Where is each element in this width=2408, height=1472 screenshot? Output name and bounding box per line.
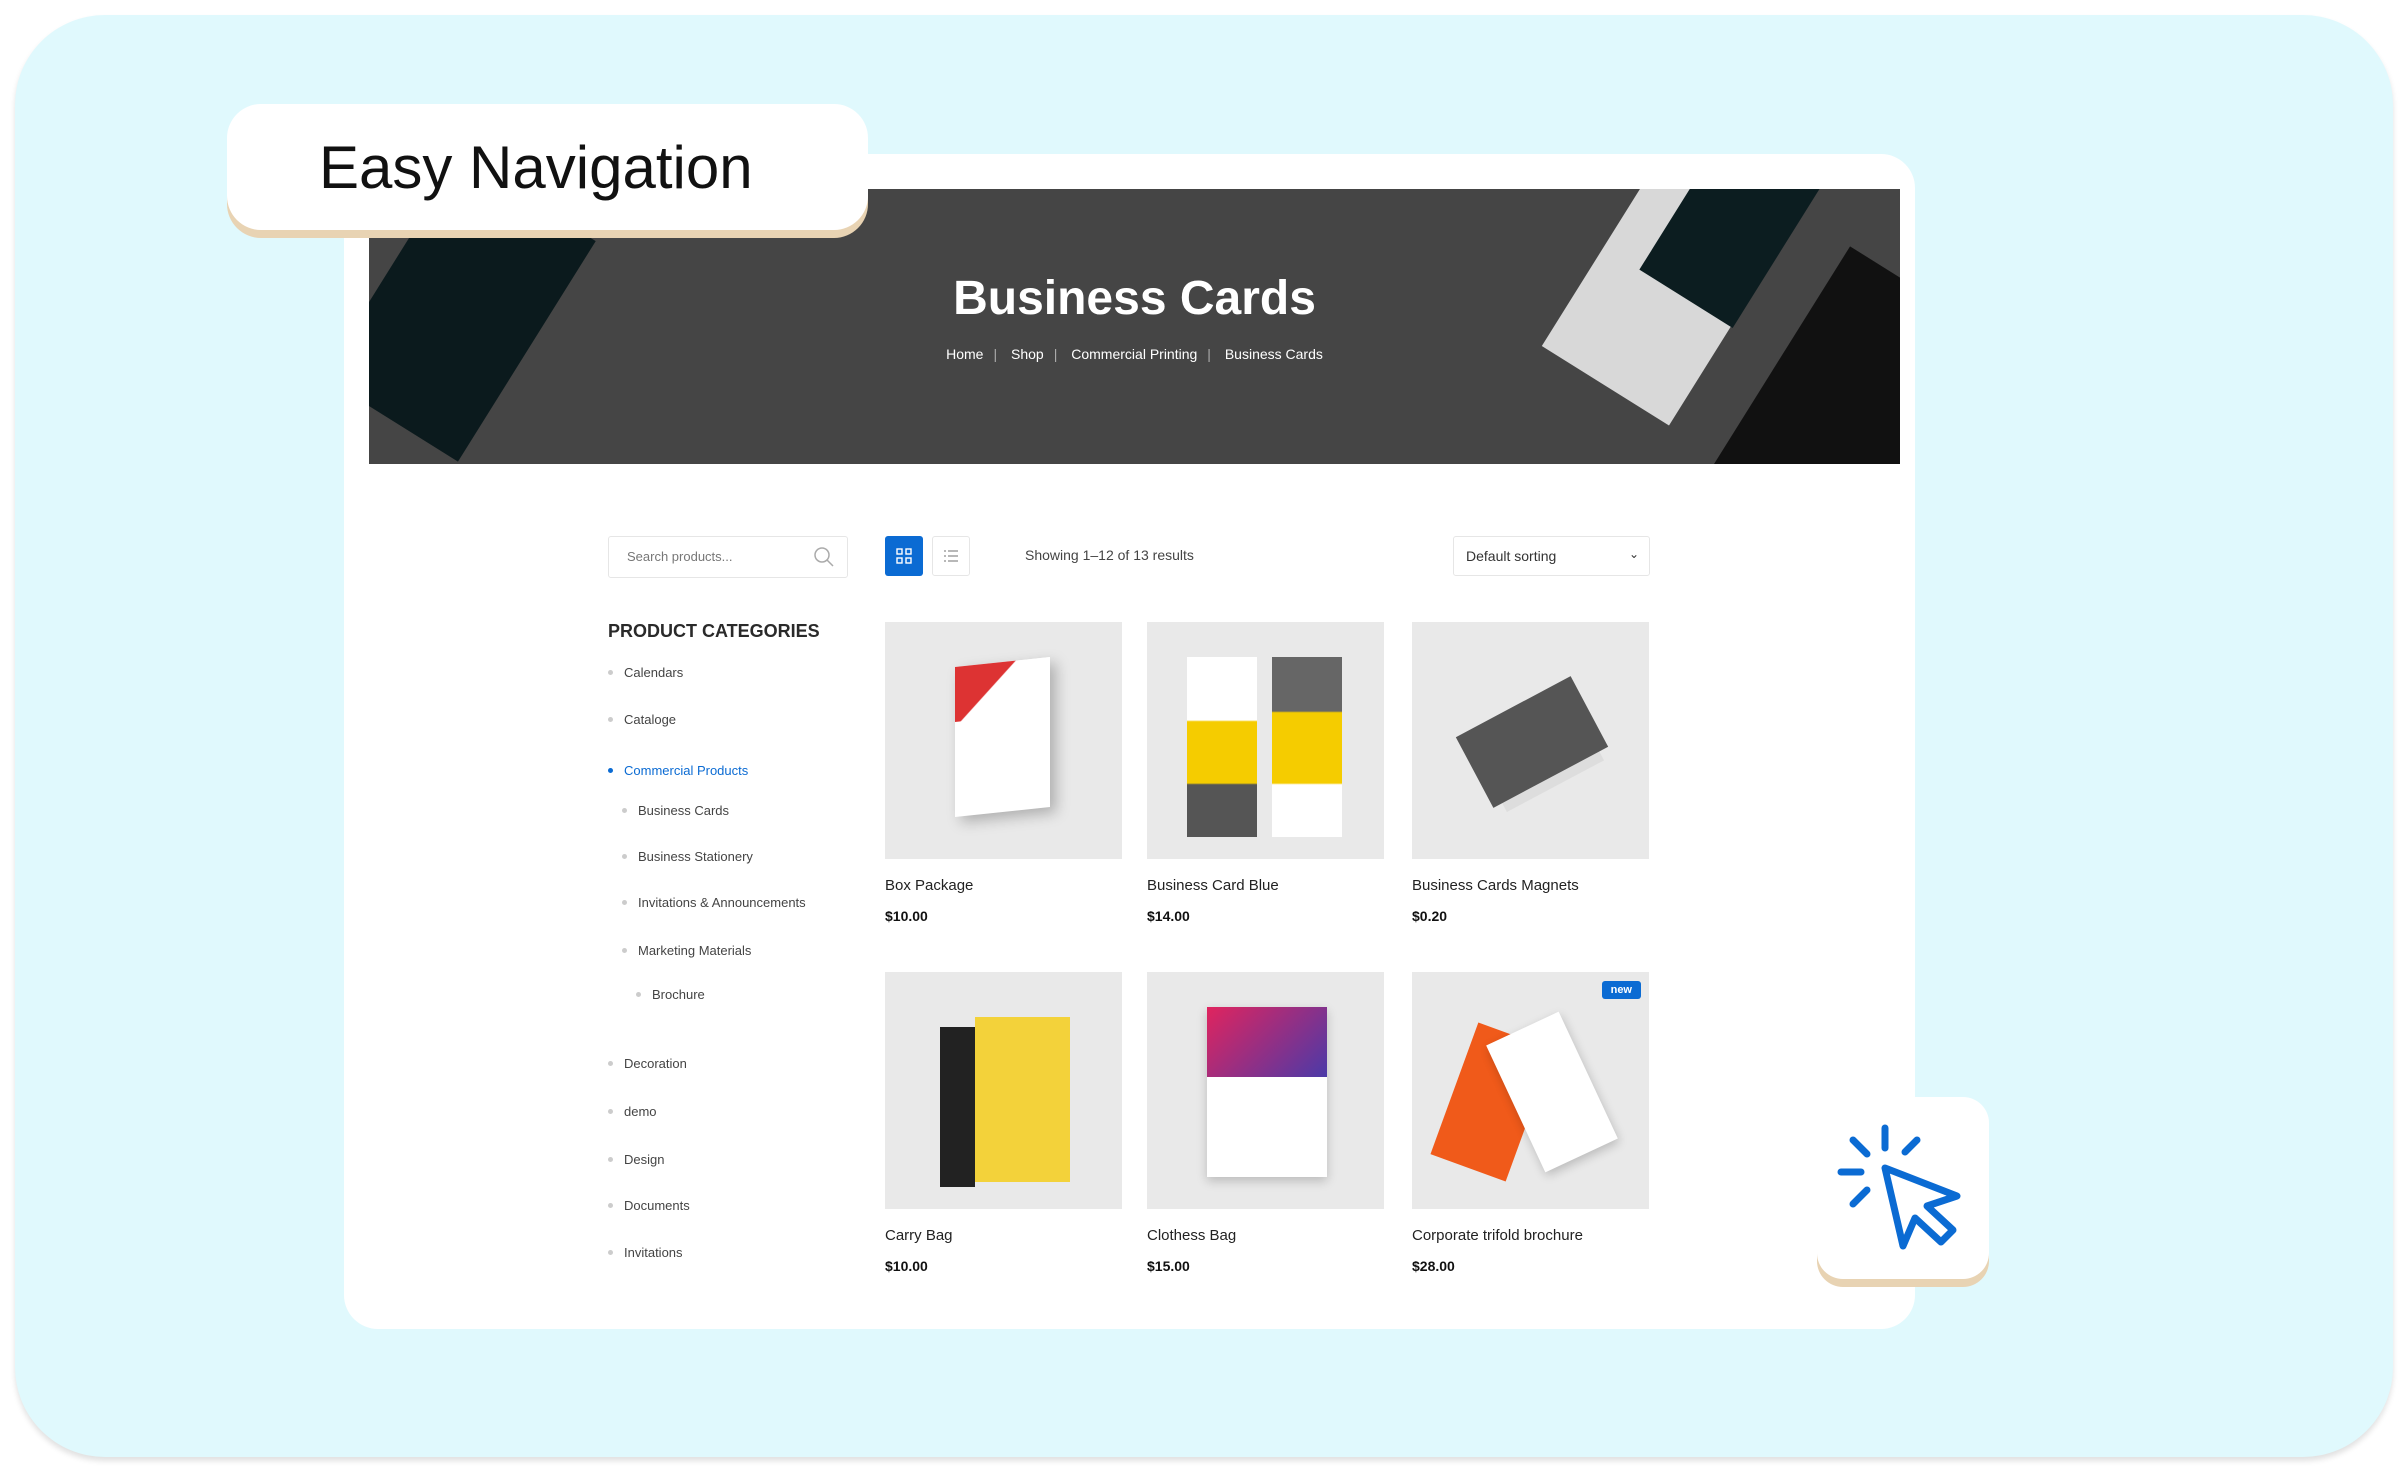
sidebar-category-item[interactable]: demo (608, 1104, 657, 1119)
breadcrumb-commercial-printing[interactable]: Commercial Printing (1071, 346, 1197, 362)
category-label: Business Cards (638, 803, 730, 818)
breadcrumb-current: Business Cards (1224, 346, 1323, 362)
category-label: demo (624, 1104, 657, 1119)
feature-label: Easy Navigation (227, 104, 868, 230)
new-badge: new (1601, 981, 1641, 999)
sidebar-category-item[interactable]: Design (608, 1152, 664, 1167)
bullet-icon (608, 768, 613, 773)
category-label: Cataloge (624, 712, 677, 727)
product-image[interactable]: new (1412, 972, 1649, 1209)
bullet-icon (608, 1157, 613, 1162)
category-label: Design (624, 1152, 665, 1167)
product-image[interactable] (885, 972, 1122, 1209)
product-image[interactable] (1412, 622, 1649, 859)
product-name[interactable]: Business Cards Magnets (1412, 877, 1649, 894)
chevron-down-icon: ⌄ (1628, 547, 1639, 561)
category-label: Decoration (624, 1056, 687, 1071)
sidebar-category-item[interactable]: Decoration (608, 1056, 687, 1071)
product-image[interactable] (1147, 972, 1384, 1209)
sidebar-category-item[interactable]: Brochure (636, 987, 705, 1002)
page-banner: Business Cards Home | Shop | Commercial Pr… (369, 189, 1900, 464)
product-name[interactable]: Clothess Bag (1147, 1227, 1384, 1244)
category-label: Calendars (624, 665, 684, 680)
bullet-icon (608, 1109, 613, 1114)
category-label: Commercial Products (624, 763, 749, 778)
bullet-icon (622, 854, 627, 859)
category-label: Brochure (652, 987, 705, 1002)
search-input[interactable]: Search products... (608, 536, 848, 578)
category-label: Business Stationery (638, 849, 753, 864)
list-icon (944, 550, 958, 562)
breadcrumb-shop[interactable]: Shop (1011, 346, 1044, 362)
product-card[interactable]: Clothess Bag $15.00 (1147, 972, 1384, 1274)
grid-view-button[interactable] (885, 536, 923, 576)
bullet-icon (608, 1250, 613, 1255)
product-card[interactable]: Box Package $10.00 (885, 622, 1122, 924)
search-placeholder: Search products... (627, 549, 733, 564)
bullet-icon (622, 948, 627, 953)
product-price: $15.00 (1147, 1258, 1190, 1274)
product-price: $10.00 (885, 908, 928, 924)
sidebar-category-item[interactable]: Documents (608, 1198, 690, 1213)
product-price: $10.00 (885, 1258, 928, 1274)
cursor-badge (1817, 1097, 1989, 1279)
bullet-icon (608, 670, 613, 675)
product-card[interactable]: Carry Bag $10.00 (885, 972, 1122, 1274)
product-name[interactable]: Business Card Blue (1147, 877, 1384, 894)
sidebar-category-item[interactable]: Commercial Products (608, 763, 748, 778)
bullet-icon (622, 900, 627, 905)
product-name[interactable]: Box Package (885, 877, 1122, 894)
bullet-icon (608, 1203, 613, 1208)
product-price: $14.00 (1147, 908, 1190, 924)
grid-icon (896, 548, 912, 564)
category-label: Documents (624, 1198, 690, 1213)
product-name[interactable]: Corporate trifold brochure (1412, 1227, 1649, 1244)
breadcrumb-home[interactable]: Home (946, 346, 983, 362)
bullet-icon (608, 1061, 613, 1066)
result-count: Showing 1–12 of 13 results (1025, 547, 1194, 563)
product-card[interactable]: Business Cards Magnets $0.20 (1412, 622, 1649, 924)
product-price: $0.20 (1412, 908, 1448, 924)
product-image[interactable] (1147, 622, 1384, 859)
category-label: Invitations & Announcements (638, 895, 806, 910)
category-label: Invitations (624, 1245, 683, 1260)
product-card[interactable]: new Corporate trifold brochure $28.00 (1412, 972, 1649, 1274)
bullet-icon (622, 808, 627, 813)
product-price: $28.00 (1412, 1258, 1455, 1274)
page-title: Business Cards (953, 272, 1316, 325)
bullet-icon (608, 717, 613, 722)
sidebar-category-item[interactable]: Business Stationery (622, 849, 753, 864)
sidebar-category-item[interactable]: Marketing Materials (622, 943, 751, 958)
product-card[interactable]: Business Card Blue $14.00 (1147, 622, 1384, 924)
breadcrumb: Home | Shop | Commercial Printing | Busines… (946, 346, 1323, 362)
product-image[interactable] (885, 622, 1122, 859)
sidebar-category-item[interactable]: Invitations & Announcements (622, 895, 806, 910)
bullet-icon (636, 992, 641, 997)
sidebar-category-item[interactable]: Business Cards (622, 803, 729, 818)
sort-select[interactable]: Default sorting ⌄ (1453, 536, 1650, 576)
list-view-button[interactable] (932, 536, 970, 576)
sidebar-category-item[interactable]: Calendars (608, 665, 683, 680)
cursor-click-icon (1837, 1124, 1961, 1250)
category-label: Marketing Materials (638, 943, 752, 958)
product-name[interactable]: Carry Bag (885, 1227, 1122, 1244)
sidebar-category-item[interactable]: Invitations (608, 1245, 683, 1260)
sidebar-category-item[interactable]: Cataloge (608, 712, 676, 727)
categories-heading: PRODUCT CATEGORIES (608, 621, 820, 641)
sort-value: Default sorting (1466, 548, 1557, 564)
search-icon[interactable] (813, 546, 835, 568)
